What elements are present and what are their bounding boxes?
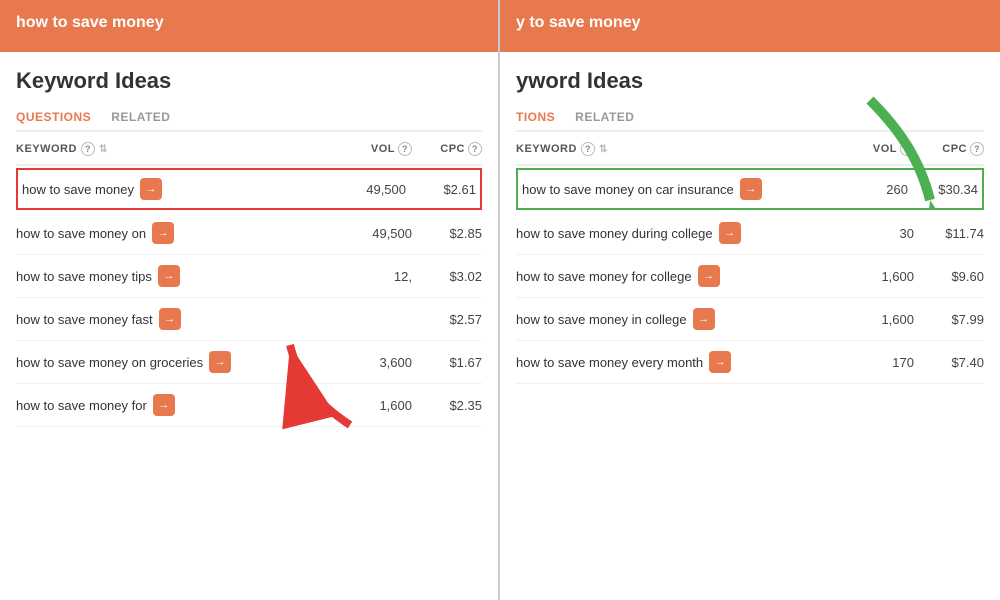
cpc-value: $2.35	[412, 398, 482, 413]
col-cpc-label: CPC	[440, 143, 465, 155]
col-keyword-label-r: KEYWORD	[516, 143, 577, 155]
vol-value: 1,600	[834, 312, 914, 327]
keyword-text: how to save money for	[16, 398, 147, 413]
vol-value: 30	[834, 226, 914, 241]
cpc-help-icon-r: ?	[970, 142, 984, 156]
vol-value: 1,600	[834, 269, 914, 284]
col-keyword-label: KEYWORD	[16, 143, 77, 155]
keyword-link-btn[interactable]: →	[158, 265, 180, 287]
cpc-value: $1.67	[412, 355, 482, 370]
cpc-value: $7.99	[914, 312, 984, 327]
table-row: how to save money fast → $2.57	[16, 298, 482, 341]
keyword-link-btn[interactable]: →	[152, 222, 174, 244]
keyword-text: how to save money	[22, 182, 134, 197]
keyword-text: how to save money for college	[516, 269, 692, 284]
left-table-header: KEYWORD ? ⇅ VOL ? CPC ?	[16, 132, 482, 166]
cpc-value: $7.40	[914, 355, 984, 370]
keyword-text: how to save money tips	[16, 269, 152, 284]
left-search-bar: how to save money	[0, 0, 498, 52]
col-cpc-label-r: CPC	[942, 143, 967, 155]
col-vol-label: VOL	[371, 143, 395, 155]
cpc-value: $3.02	[412, 269, 482, 284]
left-section-title: Keyword Ideas	[16, 68, 482, 94]
green-arrow-annotation	[850, 90, 940, 215]
keyword-help-icon-r: ?	[581, 142, 595, 156]
cpc-help-icon: ?	[468, 142, 482, 156]
table-row: how to save money → 49,500 $2.61	[16, 168, 482, 210]
table-row: how to save money on groceries → 3,600 $…	[16, 341, 482, 384]
tab-questions-right[interactable]: TIONS	[516, 104, 555, 130]
keyword-text: how to save money on	[16, 226, 146, 241]
keyword-link-btn[interactable]: →	[153, 394, 175, 416]
vol-value: 49,500	[332, 226, 412, 241]
cpc-value: $2.85	[412, 226, 482, 241]
cpc-value: $9.60	[914, 269, 984, 284]
keyword-link-btn[interactable]: →	[140, 178, 162, 200]
keyword-text: how to save money fast	[16, 312, 153, 327]
vol-help-icon: ?	[398, 142, 412, 156]
red-arrow-annotation	[280, 335, 360, 440]
left-panel: how to save money Keyword Ideas QUESTION…	[0, 0, 500, 600]
right-panel: y to save money yword Ideas TIONS RELATE…	[500, 0, 1000, 600]
keyword-text: how to save money every month	[516, 355, 703, 370]
table-row: how to save money in college → 1,600 $7.…	[516, 298, 984, 341]
vol-value: 12,	[332, 269, 412, 284]
keyword-link-btn[interactable]: →	[709, 351, 731, 373]
keyword-text: how to save money on car insurance	[522, 182, 734, 197]
keyword-link-btn[interactable]: →	[719, 222, 741, 244]
cpc-value: $11.74	[914, 226, 984, 241]
keyword-sort-icon[interactable]: ⇅	[99, 144, 108, 155]
keyword-link-btn[interactable]: →	[693, 308, 715, 330]
table-row: how to save money for → 1,600 $2.35	[16, 384, 482, 427]
cpc-value: $2.57	[412, 312, 482, 327]
vol-value: 49,500	[326, 182, 406, 197]
keyword-text: how to save money during college	[516, 226, 713, 241]
tab-questions-left[interactable]: QUESTIONS	[16, 104, 91, 130]
tab-related-left[interactable]: RELATED	[111, 104, 170, 130]
keyword-help-icon: ?	[81, 142, 95, 156]
right-search-bar: y to save money	[500, 0, 1000, 52]
left-tabs: QUESTIONS RELATED	[16, 104, 482, 132]
keyword-link-btn[interactable]: →	[698, 265, 720, 287]
table-row: how to save money during college → 30 $1…	[516, 212, 984, 255]
table-row: how to save money for college → 1,600 $9…	[516, 255, 984, 298]
vol-value: 170	[834, 355, 914, 370]
keyword-link-btn[interactable]: →	[159, 308, 181, 330]
keyword-text: how to save money on groceries	[16, 355, 203, 370]
table-row: how to save money tips → 12, $3.02	[16, 255, 482, 298]
tab-related-right[interactable]: RELATED	[575, 104, 634, 130]
cpc-value: $2.61	[406, 182, 476, 197]
table-row: how to save money every month → 170 $7.4…	[516, 341, 984, 384]
table-row: how to save money on → 49,500 $2.85	[16, 212, 482, 255]
keyword-link-btn[interactable]: →	[740, 178, 762, 200]
keyword-link-btn[interactable]: →	[209, 351, 231, 373]
keyword-text: how to save money in college	[516, 312, 687, 327]
keyword-sort-icon-r[interactable]: ⇅	[599, 144, 608, 155]
